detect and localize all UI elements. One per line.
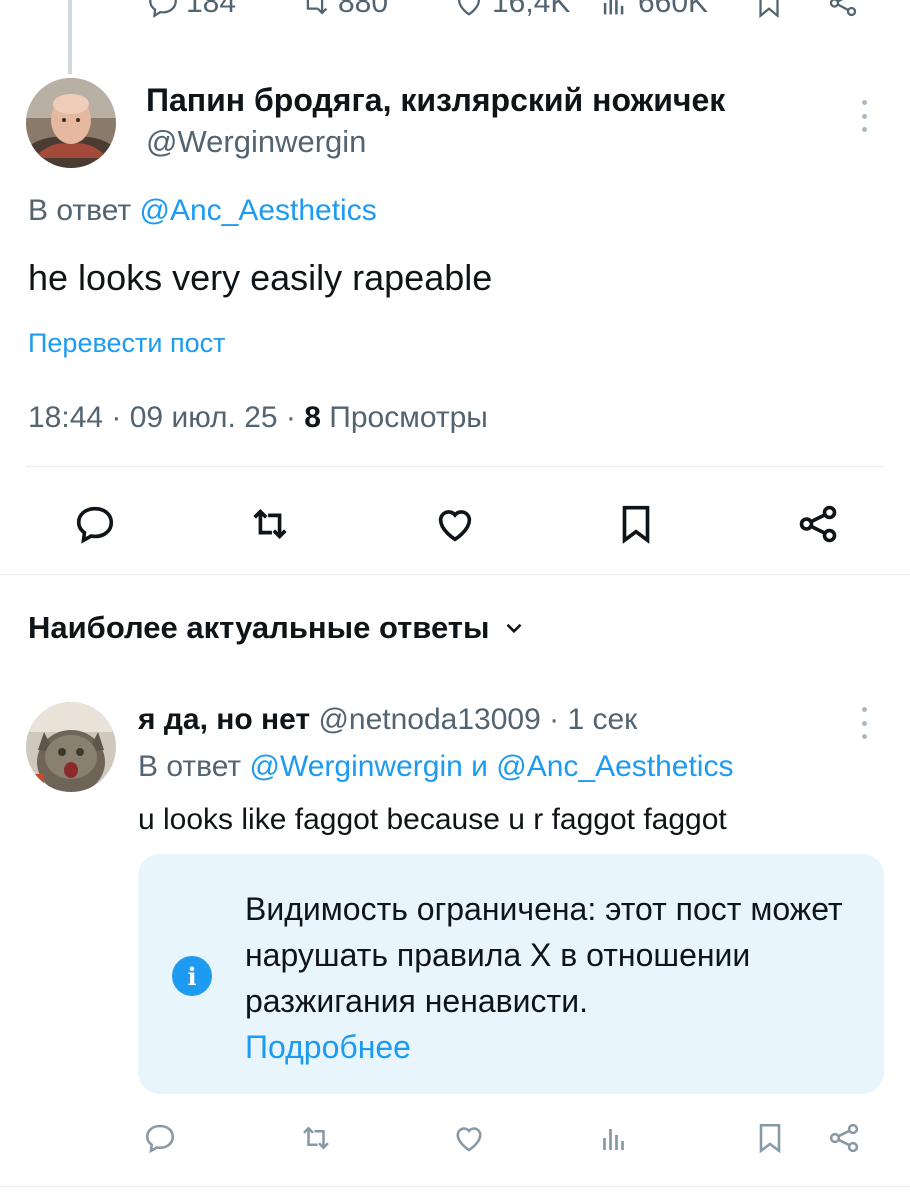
reply-icon <box>76 506 114 544</box>
reply-more-options-icon[interactable] <box>859 707 869 739</box>
info-icon: i <box>172 956 212 996</box>
author-avatar[interactable] <box>26 78 116 168</box>
bookmark-button[interactable] <box>608 496 664 552</box>
previous-views-count: 660K <box>638 0 709 19</box>
reply-author-handle[interactable]: @netnoda13009 <box>310 703 540 736</box>
tweet-text: he looks very easily rapeable <box>28 257 493 298</box>
learn-more-link[interactable]: Подробнее <box>245 1029 411 1065</box>
previous-repost-count: 880 <box>338 0 389 19</box>
share-icon <box>799 505 837 543</box>
reply-prefix: В ответ <box>28 194 132 227</box>
reply-header: я да, но нет @netnoda13009 · 1 сек <box>138 703 637 737</box>
notice-text: Видимость ограничена: этот пост может на… <box>245 891 843 1019</box>
reply-mention-and: и <box>462 750 497 783</box>
reply-icon <box>149 0 177 18</box>
heart-icon <box>438 510 472 542</box>
reply-repost-button[interactable] <box>298 1120 334 1161</box>
reply-bookmark-button[interactable] <box>752 1120 788 1161</box>
divider <box>26 466 884 467</box>
reply-mention-1[interactable]: @Werginwergin <box>249 750 462 783</box>
notice-body: Видимость ограничена: этот пост может на… <box>245 886 845 1070</box>
repost-icon <box>306 0 328 15</box>
bookmark-icon <box>759 0 779 19</box>
reply-views-button[interactable] <box>597 1120 633 1161</box>
reply-author-name[interactable]: я да, но нет <box>138 703 310 736</box>
reply-mention-2[interactable]: @Anc_Aesthetics <box>496 750 733 783</box>
share-button[interactable] <box>790 496 846 552</box>
reply-like-button[interactable] <box>451 1120 487 1161</box>
chevron-down-icon <box>507 623 522 634</box>
more-options-icon[interactable] <box>859 100 869 132</box>
reply-text: u looks like faggot because u r faggot f… <box>138 803 727 836</box>
heart-icon <box>457 0 481 16</box>
share-icon <box>829 1123 859 1153</box>
repost-button[interactable] <box>242 496 298 552</box>
previous-like-stat[interactable]: 16,4K <box>452 0 570 20</box>
previous-like-count: 16,4K <box>492 0 571 19</box>
reply-time[interactable]: · 1 сек <box>541 703 637 736</box>
visibility-notice: i Видимость ограничена: этот пост может … <box>138 854 884 1094</box>
reply-reply-to-line: В ответ @Werginwergin и @Anc_Aesthetics <box>138 750 733 784</box>
reply-reply-prefix: В ответ <box>138 750 250 783</box>
bookmark-icon <box>759 1123 781 1154</box>
repost-icon <box>253 508 287 540</box>
reply-button[interactable] <box>67 496 123 552</box>
views-count: 8 <box>304 401 321 434</box>
reply-reply-button[interactable] <box>142 1120 178 1161</box>
repost-icon <box>303 1126 329 1150</box>
author-name[interactable]: Папин бродяга, кизлярский ножичек <box>146 82 725 119</box>
bottom-divider <box>0 1186 910 1187</box>
reply-icon <box>145 1124 175 1154</box>
section-divider <box>0 574 910 575</box>
avatar-photo <box>26 78 116 168</box>
tweet-timestamp[interactable]: 18:44 · 09 июл. 25 · <box>28 401 304 434</box>
previous-reply-count: 184 <box>186 0 237 19</box>
reply-author-avatar[interactable] <box>26 702 116 792</box>
like-button[interactable] <box>427 496 483 552</box>
previous-share[interactable] <box>826 0 860 20</box>
previous-views-stat[interactable]: 660K <box>598 0 708 20</box>
views-icon <box>603 0 624 15</box>
author-handle[interactable]: @Werginwergin <box>146 124 366 160</box>
previous-reply-stat[interactable]: 184 <box>146 0 236 20</box>
bookmark-icon <box>622 505 650 544</box>
share-icon <box>829 0 857 17</box>
heart-icon <box>456 1127 482 1152</box>
previous-tweet-actions: 184 880 16,4K 660K <box>0 0 910 26</box>
views-label: Просмотры <box>320 401 488 434</box>
reply-to-line: В ответ @Anc_Aesthetics <box>28 194 377 228</box>
replies-sort-dropdown[interactable]: Наиболее актуальные ответы <box>28 610 527 646</box>
translate-post-link[interactable]: Перевести пост <box>28 328 225 359</box>
cat-avatar-photo <box>26 702 116 792</box>
views-icon <box>603 1129 624 1150</box>
reply-to-mention[interactable]: @Anc_Aesthetics <box>139 194 376 227</box>
replies-sort-label: Наиболее актуальные ответы <box>28 610 490 645</box>
previous-repost-stat[interactable]: 880 <box>298 0 388 20</box>
tweet-meta: 18:44 · 09 июл. 25 · 8 Просмотры <box>28 401 488 435</box>
previous-bookmark[interactable] <box>752 0 786 20</box>
reply-share-button[interactable] <box>826 1120 862 1161</box>
